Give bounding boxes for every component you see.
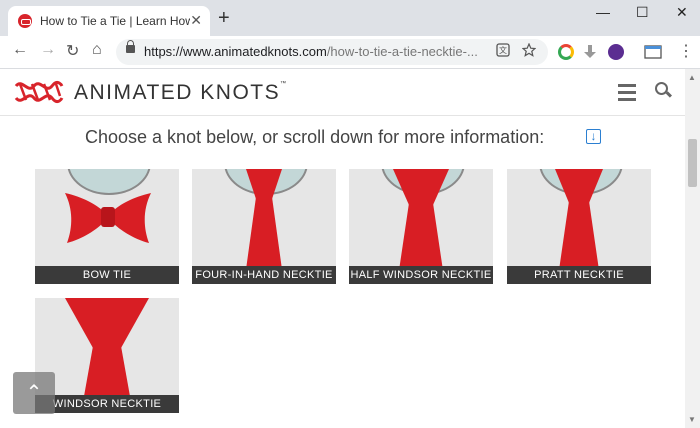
site-header: ANIMATED KNOTS™ [0,69,685,116]
bookmark-star-icon[interactable] [522,43,536,57]
lock-icon [126,40,135,53]
extension-chrome-icon[interactable] [558,44,574,60]
url-host: https://www.animatedknots.com [144,44,327,59]
site-favicon-icon [18,14,32,28]
reload-button[interactable]: ↻ [66,41,79,61]
knot-card-label: PRATT NECKTIE [507,266,651,284]
maximize-button[interactable]: ☐ [636,4,649,21]
search-icon[interactable] [655,82,668,95]
translate-icon[interactable]: 文 [496,43,510,57]
knot-card-label: WINDSOR NECKTIE [35,395,179,413]
scroll-to-top-button[interactable]: ⌃ [13,372,55,414]
extension-window-icon[interactable] [644,44,662,60]
knot-card-pratt[interactable]: PRATT NECKTIE [507,169,651,284]
browser-toolbar: ← → ↻ ⌂ https://www.animatedknots.com/ho… [0,36,700,69]
knot-card-half-windsor[interactable]: HALF WINDSOR NECKTIE [349,169,493,284]
scroll-down-arrow-icon[interactable]: ▼ [688,415,696,424]
knot-card-label: FOUR-IN-HAND NECKTIE [192,266,336,284]
home-button[interactable]: ⌂ [92,41,102,59]
knot-card-windsor[interactable]: WINDSOR NECKTIE [35,298,179,413]
back-button[interactable]: ← [12,41,28,59]
bow-tie-image [65,193,151,243]
url-text: https://www.animatedknots.com/how-to-tie… [144,44,478,59]
brand-text: ANIMATED KNOTS [74,81,281,104]
tab-close-icon[interactable]: ✕ [190,12,202,29]
svg-text:文: 文 [499,45,507,55]
scrollbar-thumb[interactable] [688,139,697,187]
page-scrollbar[interactable]: ▲ ▼ [685,69,700,428]
knot-card-label: HALF WINDSOR NECKTIE [349,266,493,284]
browser-menu-button[interactable]: ⋮ [678,41,694,61]
extension-download-icon[interactable] [608,44,624,60]
brand-trademark: ™ [280,81,288,87]
site-brand-name[interactable]: ANIMATED KNOTS™ [74,81,288,105]
forward-button[interactable]: → [40,41,56,59]
page-headline: Choose a knot below, or scroll down for … [85,127,545,147]
browser-tab[interactable]: How to Tie a Tie | Learn How to ✕ [8,6,210,36]
knot-card-label: BOW TIE [35,266,179,284]
minimize-button[interactable]: — [596,4,610,20]
scroll-up-arrow-icon[interactable]: ▲ [688,73,696,82]
hamburger-menu-icon[interactable] [618,84,636,105]
tab-title: How to Tie a Tie | Learn How to [40,14,190,28]
download-arrow-icon[interactable] [583,44,597,60]
animated-knots-logo-icon[interactable] [14,80,64,104]
knot-card-four-in-hand[interactable]: FOUR-IN-HAND NECKTIE [192,169,336,284]
window-close-button[interactable]: ✕ [676,4,688,21]
url-path: /how-to-tie-a-tie-necktie-... [326,44,478,59]
scroll-down-icon[interactable]: ↓ [586,129,601,144]
knot-card-bow-tie[interactable]: BOW TIE [35,169,179,284]
address-bar[interactable]: https://www.animatedknots.com/how-to-tie… [116,39,548,65]
tab-strip: How to Tie a Tie | Learn How to ✕ + — ☐ … [0,0,700,36]
new-tab-button[interactable]: + [218,8,230,28]
